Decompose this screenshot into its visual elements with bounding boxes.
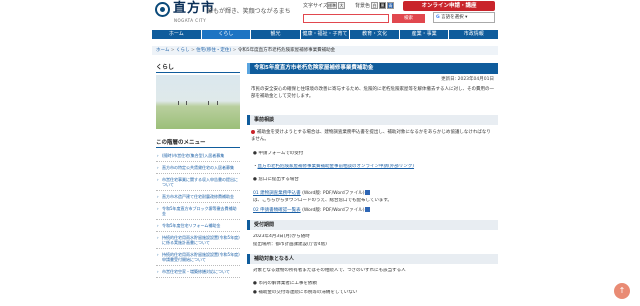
breadcrumb-housing[interactable]: 住宅(移住・定住) xyxy=(196,48,231,53)
google-translate-icon: G xyxy=(436,15,440,20)
site-header: 直方市 NOGATA CITY 誰もが輝き、笑顔つながるまち 文字サイズ 標準 … xyxy=(0,0,640,30)
alert-icon xyxy=(251,129,255,134)
target-intro: 対象となる建物の所有者またはその相続人で、つぎのいずれにも該当する人 xyxy=(253,268,406,273)
sidebar-menu-item[interactable]: 持続的住宅用雨水貯留施設設置(令和5年度)申請書受付開始について xyxy=(156,249,240,266)
section-heading-period: 受付期間 xyxy=(247,220,498,230)
sidebar-menu-item[interactable]: 持続的住宅用雨水貯留施設設置(令和5年度)に係る実施計画書について xyxy=(156,232,240,249)
file1-row: 01 建物調査業務申込書 (Word版: PDF/Wordファイル) xyxy=(253,190,493,197)
online-form-row: ・直方市老朽危険家屋補修事業費補助金事前相談のオンライン申請(外部リンク) xyxy=(253,164,415,169)
nav-kyoiku-bunka[interactable]: 教育・文化 xyxy=(350,30,399,39)
target-item: ● 補助金の交付等連続に市税等の滞納をしていない xyxy=(253,290,358,295)
sidebar-menu: (随時)市営住宅(集合型)入居者募集 直方市の特定公共賃貸住宅の入居者募集 市営… xyxy=(156,150,240,278)
consultation-note-text: 補助金を受けようとする場合は、建物調査業務申込書を提出し、補助対象になるかをあら… xyxy=(251,130,491,142)
city-logo-icon[interactable] xyxy=(155,2,170,17)
nav-kenko-fukushi[interactable]: 健康・福祉・子育て xyxy=(300,30,350,39)
target-item: ● 市内の解体業者に工事を依頼 xyxy=(253,281,317,286)
nav-home[interactable]: ホーム xyxy=(152,30,201,39)
online-application-button[interactable]: オンライン申請・講座 xyxy=(403,1,495,11)
breadcrumb: ホーム > くらし > 住宅(移住・定住) > 令和5年度直方市老朽危険家屋補修… xyxy=(152,46,498,55)
scroll-to-top-button[interactable]: ↑ xyxy=(614,283,630,299)
page: 直方市 NOGATA CITY 誰もが輝き、笑顔つながるまち 文字サイズ 標準 … xyxy=(0,0,640,306)
bullet-window: ● 窓口に提出する場合 xyxy=(253,177,299,182)
bullet-online-form: ● 申請フォームでの受付 xyxy=(253,151,304,156)
sidebar-menu-title: この階層のメニュー xyxy=(156,139,240,148)
photo-figure xyxy=(178,101,179,105)
bg-black-button[interactable]: 黒 xyxy=(379,2,386,9)
file1-meta: (Word版: PDF/Wordファイル) xyxy=(302,191,365,196)
sidebar-menu-item[interactable]: 直方市の特定公共賃貸住宅の入居者募集 xyxy=(156,162,240,174)
nav-kanko[interactable]: 観光 xyxy=(251,30,300,39)
sidebar-menu-item[interactable]: 令和5年度直方市ブロック塀等撤去費補助金 xyxy=(156,203,240,220)
language-select-label: 言語を選択 xyxy=(441,15,464,20)
text-size-label: 文字サイズ xyxy=(303,3,328,9)
file-note: は、こちらからダウンロードのうえ、総合窓口でも配布しています。 xyxy=(253,198,392,203)
word-file-icon xyxy=(365,190,371,195)
section-heading-consultation: 事前相談 xyxy=(247,115,498,125)
file2-link[interactable]: 02 申請書類確認一覧表 xyxy=(253,208,301,213)
bullet-window-text: 窓口に提出する場合 xyxy=(258,177,299,182)
nav-kurashi[interactable]: くらし xyxy=(201,30,251,39)
period-text: 2023年4月3日(月)から随時 xyxy=(253,234,310,239)
consultation-note: 補助金を受けようとする場合は、建物調査業務申込書を提出し、補助対象になるかをあら… xyxy=(251,129,495,143)
target-item-text: 補助金の交付等連続に市税等の滞納をしていない xyxy=(258,290,358,295)
word-file-icon xyxy=(365,207,371,212)
chevron-down-icon: ▾ xyxy=(465,15,468,20)
site-tagline: 誰もが輝き、笑顔つながるまち xyxy=(207,8,291,15)
site-logo-subtext: NOGATA CITY xyxy=(174,18,207,23)
online-application-link[interactable]: 直方市老朽危険家屋補修事業費補助金事前相談のオンライン申請(外部リンク) xyxy=(258,164,415,169)
text-size-large-button[interactable]: 大 xyxy=(338,2,345,9)
global-nav: ホーム くらし 観光 健康・福祉・子育て 教育・文化 産業・事業 市政情報 xyxy=(152,30,499,39)
sidebar-menu-item[interactable]: 直方市木造戸建て住宅耐震改修費補助金 xyxy=(156,191,240,203)
sidebar-menu-item[interactable]: 市営住宅空家・増築修繕対応について xyxy=(156,266,240,278)
bg-color-label: 背景色 xyxy=(355,3,371,9)
target-item-text: 市内の解体業者に工事を依頼 xyxy=(258,281,317,286)
page-title: 令和5年度直方市老朽危険家屋補修事業費補助金 xyxy=(247,63,498,74)
sidebar-photo xyxy=(156,75,240,129)
bg-white-button[interactable]: 白 xyxy=(371,2,378,9)
file2-row: 02 申請書類確認一覧表 (Word版: PDF/Wordファイル) xyxy=(253,207,493,214)
breadcrumb-home[interactable]: ホーム xyxy=(156,48,169,53)
site-search-input[interactable] xyxy=(303,14,389,23)
text-size-normal-button[interactable]: 標準 xyxy=(327,2,337,9)
breadcrumb-current: 令和5年度直方市老朽危険家屋補修事業費補助金 xyxy=(237,48,336,53)
file1-link[interactable]: 01 建物調査業務申込書 xyxy=(253,191,301,196)
updated-date: 更新日: 2023年04月01日 xyxy=(441,77,494,82)
photo-figure xyxy=(208,101,209,105)
bg-blue-button[interactable]: 青 xyxy=(387,2,394,9)
file2-meta: (Word版: PDF/Wordファイル) xyxy=(302,208,365,213)
photo-figure xyxy=(186,101,187,105)
sidebar-menu-item[interactable]: 令和5年度住宅リフォーム補助金 xyxy=(156,220,240,232)
language-select[interactable]: G 言語を選択 ▾ xyxy=(433,12,495,23)
nav-shisei[interactable]: 市政情報 xyxy=(449,30,499,39)
photo-figure xyxy=(217,101,218,105)
intro-text: 市民の安全安心の確保と住環境の改善に寄与するため、危険的に老朽危険家屋等を解体撤… xyxy=(251,87,494,99)
bullet-online-form-text: 申請フォームでの受付 xyxy=(258,151,304,156)
breadcrumb-kurashi[interactable]: くらし xyxy=(176,48,190,53)
search-button[interactable]: 検索 xyxy=(392,14,425,23)
sidebar-menu-item[interactable]: 市営住宅事業に関する収入申告書の提出について xyxy=(156,174,240,191)
sidebar-menu-item[interactable]: (随時)市営住宅(集合型)入居者募集 xyxy=(156,150,240,162)
sidebar-title: くらし xyxy=(156,64,240,73)
breadcrumb-separator: > xyxy=(231,48,238,53)
period-place: 提出場所：都市計画課建設(庁舎4階) xyxy=(253,242,327,247)
nav-sangyo-jigyo[interactable]: 産業・事業 xyxy=(399,30,449,39)
section-heading-target: 補助対象となる人 xyxy=(247,254,498,264)
